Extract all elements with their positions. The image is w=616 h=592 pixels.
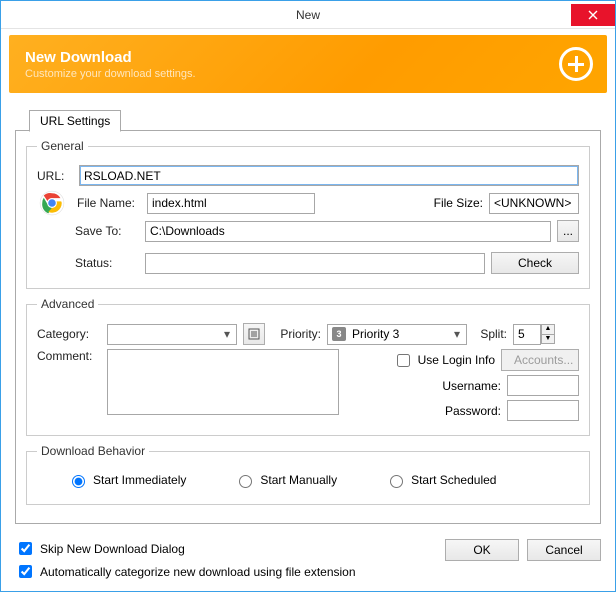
- behavior-group: Download Behavior Start Immediately Star…: [26, 444, 590, 505]
- split-label: Split:: [473, 327, 507, 341]
- category-manage-button[interactable]: [243, 323, 265, 345]
- list-icon: [248, 328, 260, 340]
- filename-label: File Name:: [77, 196, 141, 210]
- footer: Skip New Download Dialog Automatically c…: [1, 533, 615, 591]
- category-label: Category:: [37, 327, 101, 341]
- password-input: [507, 400, 579, 421]
- url-input[interactable]: [79, 165, 579, 186]
- password-label: Password:: [445, 404, 501, 418]
- priority-combo[interactable]: 3 Priority 3 ▾: [327, 324, 467, 345]
- use-login-checkbox[interactable]: Use Login Info: [393, 351, 495, 370]
- split-spinner[interactable]: ▲▼: [513, 324, 555, 345]
- banner-subtitle: Customize your download settings.: [25, 68, 196, 80]
- general-group: General URL: File Name: File Size:: [26, 139, 590, 289]
- chevron-down-icon: ▾: [450, 327, 464, 341]
- saveto-combo[interactable]: C:\Downloads: [145, 221, 551, 242]
- priority-badge: 3: [332, 327, 346, 341]
- radio-start-manually[interactable]: Start Manually: [234, 472, 337, 488]
- radio-start-immediately[interactable]: Start Immediately: [67, 472, 186, 488]
- tab-url-settings[interactable]: URL Settings: [29, 110, 121, 132]
- advanced-legend: Advanced: [37, 297, 98, 311]
- auto-categorize-checkbox[interactable]: Automatically categorize new download us…: [15, 562, 433, 581]
- accounts-button: Accounts...: [501, 349, 579, 371]
- add-icon: [559, 47, 593, 81]
- filesize-label: File Size:: [427, 196, 483, 210]
- saveto-label: Save To:: [75, 224, 139, 238]
- priority-label: Priority:: [271, 327, 321, 341]
- category-combo[interactable]: ▾: [107, 324, 237, 345]
- new-download-window: New New Download Customize your download…: [0, 0, 616, 592]
- status-label: Status:: [75, 256, 139, 270]
- radio-start-scheduled[interactable]: Start Scheduled: [385, 472, 496, 488]
- username-input: [507, 375, 579, 396]
- skip-dialog-checkbox[interactable]: Skip New Download Dialog: [15, 539, 433, 558]
- banner: New Download Customize your download set…: [9, 35, 607, 93]
- banner-title: New Download: [25, 49, 196, 66]
- general-legend: General: [37, 139, 88, 153]
- split-input[interactable]: [513, 324, 541, 345]
- chevron-down-icon: ▾: [220, 327, 234, 341]
- ok-button[interactable]: OK: [445, 539, 519, 561]
- status-value: [145, 253, 485, 274]
- window-title: New: [296, 8, 320, 22]
- spin-down[interactable]: ▼: [541, 334, 555, 344]
- cancel-button[interactable]: Cancel: [527, 539, 601, 561]
- advanced-group: Advanced Category: ▾ Priority: 3 Priorit…: [26, 297, 590, 436]
- filesize-value: [489, 193, 579, 214]
- close-icon: [588, 10, 598, 20]
- filename-input[interactable]: [147, 193, 315, 214]
- titlebar: New: [1, 1, 615, 29]
- comment-textarea[interactable]: [107, 349, 339, 415]
- chrome-icon: [39, 190, 65, 216]
- comment-label: Comment:: [37, 349, 101, 363]
- tabstrip: URL Settings: [15, 109, 601, 131]
- check-button[interactable]: Check: [491, 252, 579, 274]
- close-button[interactable]: [571, 4, 615, 26]
- saveto-value: C:\Downloads: [150, 224, 225, 238]
- username-label: Username:: [442, 379, 501, 393]
- spin-up[interactable]: ▲: [541, 324, 555, 334]
- url-label: URL:: [37, 169, 73, 183]
- browse-button[interactable]: ...: [557, 220, 579, 242]
- behavior-legend: Download Behavior: [37, 444, 149, 458]
